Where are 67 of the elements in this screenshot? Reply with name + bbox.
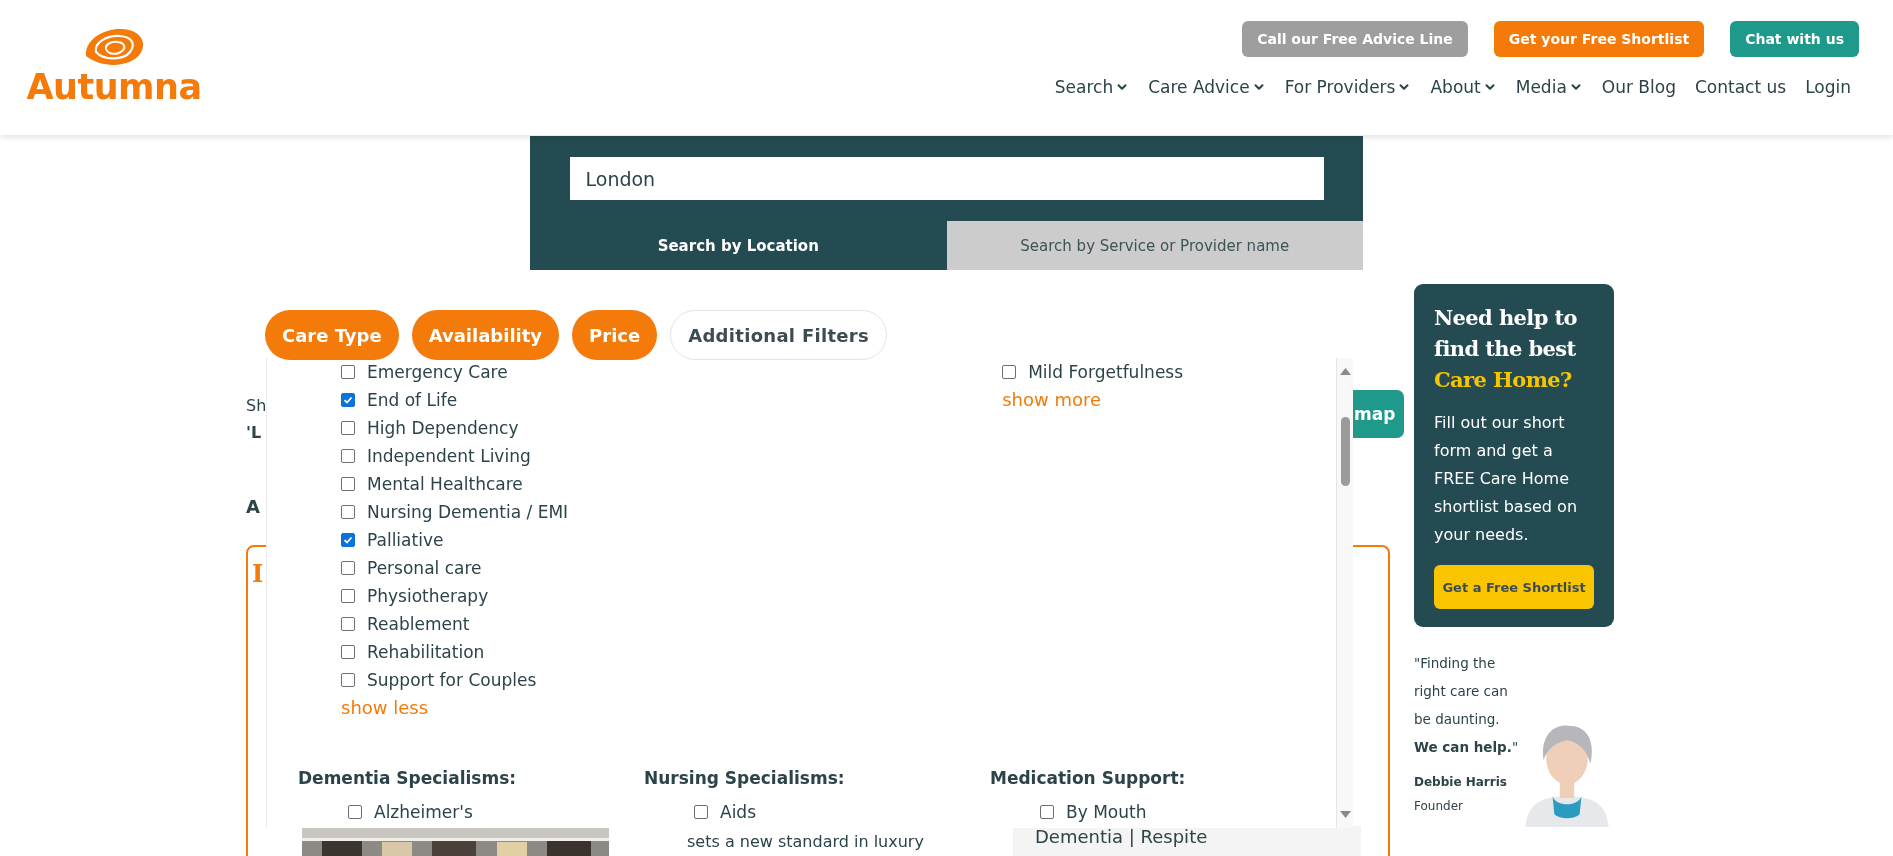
header-button[interactable]: Chat with us	[1730, 21, 1859, 57]
checkbox[interactable]	[341, 533, 355, 547]
checkbox[interactable]	[341, 505, 355, 519]
option-label: High Dependency	[367, 418, 519, 438]
option-label: Support for Couples	[367, 670, 537, 690]
card-description: sets a new standard in luxury	[687, 832, 925, 851]
nav-link[interactable]: Contact us	[1694, 77, 1787, 97]
option-label: Nursing Dementia / EMI	[367, 502, 569, 522]
checkbox[interactable]	[341, 589, 355, 603]
founder-name: Debbie Harris	[1414, 775, 1508, 789]
checkbox[interactable]	[341, 645, 355, 659]
help-title: Need help to find the best Care Home?	[1434, 304, 1579, 394]
option-label: Personal care	[367, 558, 482, 578]
option-label: Mild Forgetfulness	[1028, 362, 1184, 382]
scrollbar[interactable]	[1336, 358, 1353, 828]
nav-link[interactable]: About	[1430, 77, 1497, 97]
option-label: Rehabilitation	[367, 642, 485, 662]
checkbox[interactable]	[348, 805, 362, 819]
checkbox[interactable]	[341, 617, 355, 631]
checkbox[interactable]	[341, 449, 355, 463]
checkmark-icon	[343, 535, 353, 545]
show-less-link[interactable]: show less	[341, 694, 429, 722]
checkbox[interactable]	[1040, 805, 1054, 819]
option-label: End of Life	[367, 390, 458, 410]
nav-link[interactable]: Care Advice	[1148, 77, 1266, 97]
founder-role: Founder	[1414, 799, 1464, 813]
filter-pill[interactable]: Additional Filters	[670, 310, 888, 360]
section-heading: Nursing Specialisms:	[644, 768, 846, 788]
location-search-field[interactable]: London	[569, 157, 1324, 200]
checkbox[interactable]	[341, 421, 355, 435]
results-heading: A	[246, 496, 260, 517]
option-label: By Mouth	[1066, 802, 1147, 822]
option-label: Palliative	[367, 530, 444, 550]
option-label: Reablement	[367, 614, 470, 634]
option-label: Physiotherapy	[367, 586, 489, 606]
help-text: Fill out our short form and get a FREE Care Home shortlist based on your needs.	[1434, 412, 1578, 546]
shortlist-button[interactable]: Get a Free Shortlist	[1434, 565, 1594, 609]
scroll-thumb[interactable]	[1341, 417, 1350, 486]
nav-link[interactable]: Media	[1515, 77, 1583, 97]
results-location: 'L	[246, 422, 263, 444]
show-more-link[interactable]: show more	[1002, 386, 1101, 414]
checkbox[interactable]	[341, 477, 355, 491]
option-label: Emergency Care	[367, 362, 508, 382]
checkbox[interactable]	[341, 365, 355, 379]
nav-link[interactable]: For Providers	[1284, 77, 1412, 97]
card-tags: Dementia | Respite	[1035, 826, 1208, 847]
checkbox[interactable]	[341, 393, 355, 407]
checkbox[interactable]	[341, 561, 355, 575]
checkbox[interactable]	[1002, 365, 1017, 379]
card-title: I	[252, 559, 264, 588]
nav-link[interactable]: Our Blog	[1601, 77, 1676, 97]
search-tab[interactable]: Search by Service or Provider name	[946, 221, 1363, 270]
option-label: Alzheimer's	[374, 802, 473, 822]
option-label: Independent Living	[367, 446, 531, 466]
nav-link[interactable]: Login	[1805, 77, 1851, 97]
founder-quote: "Finding the right care can be daunting. We can help."	[1414, 654, 1520, 757]
checkmark-icon	[343, 395, 353, 405]
checkbox[interactable]	[341, 673, 355, 687]
section-heading: Dementia Specialisms:	[298, 768, 518, 788]
checkbox[interactable]	[694, 805, 708, 819]
section-heading: Medication Support:	[990, 768, 1187, 788]
scroll-up-icon[interactable]	[1340, 368, 1351, 375]
scroll-down-icon[interactable]	[1340, 811, 1351, 818]
nav-link[interactable]: Search	[1054, 77, 1130, 97]
option-label: Aids	[720, 802, 756, 822]
results-summary: Sh	[246, 395, 267, 417]
option-label: Mental Healthcare	[367, 474, 523, 494]
